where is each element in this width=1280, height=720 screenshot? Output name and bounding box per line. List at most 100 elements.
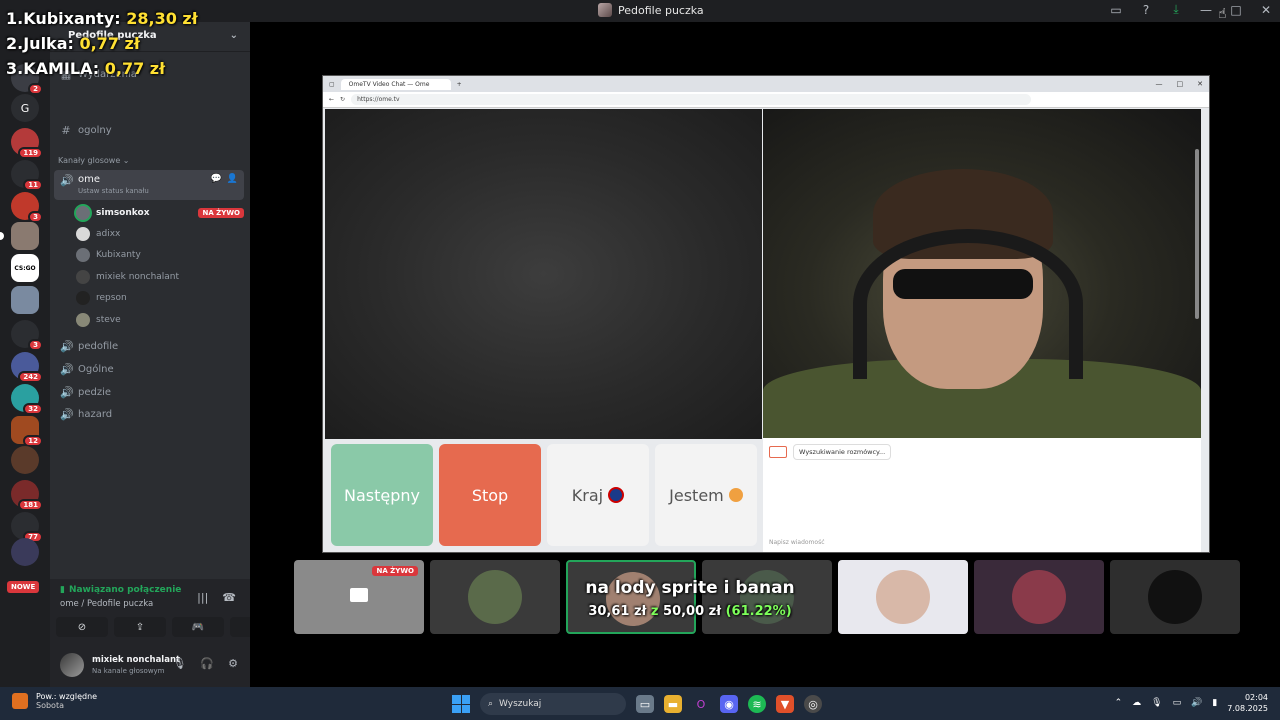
voice-location[interactable]: ome / Pedofile puczka <box>60 599 153 609</box>
new-tab-icon[interactable]: + <box>457 81 462 88</box>
battery-icon[interactable]: ▮ <box>1212 698 1217 708</box>
category-voice[interactable]: Kanały glosowe ⌄ <box>58 156 130 165</box>
server-icon[interactable]: 3 <box>11 320 43 351</box>
avatar <box>468 570 522 624</box>
headphones-icon[interactable]: 🎧 <box>200 657 214 670</box>
help-icon[interactable]: ? <box>1138 3 1154 17</box>
stream-thumb[interactable] <box>838 560 968 634</box>
member-name: simsonkox <box>96 208 150 218</box>
chevron-up-icon[interactable]: ⌃ <box>1115 698 1123 708</box>
close-icon[interactable]: ✕ <box>1197 80 1203 88</box>
disconnect-icon[interactable]: ☎ <box>222 591 236 604</box>
opera-icon[interactable]: O <box>692 695 710 713</box>
microphone-icon[interactable]: 🎙 <box>172 657 186 670</box>
server-icon[interactable] <box>11 446 39 474</box>
avatar <box>1148 570 1202 624</box>
voice-member[interactable]: repson <box>76 289 244 307</box>
tab-list-icon[interactable]: ▢ <box>329 81 335 88</box>
channel-pedzie[interactable]: 🔊 pedzie <box>54 382 244 402</box>
minimize-icon[interactable]: — <box>1198 3 1214 17</box>
maximize-icon[interactable]: □ <box>1228 3 1244 17</box>
leaderboard-rank: 2. <box>6 34 24 53</box>
mention-badge: 2 <box>28 83 43 95</box>
microphone-icon[interactable]: 🎙 <box>1151 698 1162 708</box>
channel-ogolne[interactable]: 🔊 Ogólne <box>54 359 244 379</box>
system-tray: ⌃ ☁ 🎙 ▭ 🔊 ▮ 02:04 7.08.2025 <box>1115 692 1268 714</box>
next-button[interactable]: Następny <box>331 444 433 546</box>
screen-share-button[interactable]: ⇪ <box>114 617 166 637</box>
stop-button[interactable]: Stop <box>439 444 541 546</box>
chrome-icon[interactable]: ◎ <box>804 695 822 713</box>
add-member-icon[interactable]: 👤 <box>227 174 238 184</box>
reload-icon[interactable]: ↻ <box>340 96 345 103</box>
signal-icon: ▮ <box>60 585 65 595</box>
weather-title: Pow.: względne <box>36 692 98 701</box>
cloud-icon[interactable]: ☁ <box>1132 698 1141 708</box>
noise-suppression-icon[interactable]: ||| <box>197 591 208 604</box>
server-icon[interactable] <box>11 286 39 314</box>
maximize-icon[interactable]: □ <box>1177 80 1184 88</box>
gender-button[interactable]: Jestem <box>655 444 757 546</box>
country-button[interactable]: Kraj <box>547 444 649 546</box>
camera-off-button[interactable]: ⊘ <box>56 617 108 637</box>
voice-buttons: ⊘ ⇪ 🎮 ✦ <box>56 617 282 637</box>
discord-icon[interactable]: ◉ <box>720 695 738 713</box>
server-icon[interactable]: 242 <box>11 352 43 383</box>
avatar[interactable] <box>60 653 84 677</box>
server-icon[interactable] <box>11 538 39 566</box>
stream-thumb[interactable]: NA ŻYWO <box>294 560 424 634</box>
server-icon[interactable]: CS:GO <box>11 254 39 282</box>
download-icon[interactable]: ⤓ <box>1168 2 1184 17</box>
server-icon[interactable]: 119 <box>11 128 43 159</box>
voice-member[interactable]: steve <box>76 311 244 329</box>
voice-member[interactable]: simsonkox NA ŻYWO <box>76 204 244 222</box>
file-explorer-icon[interactable]: ▬ <box>664 695 682 713</box>
gear-icon[interactable]: ⚙ <box>228 657 238 670</box>
channel-ome[interactable]: 🔊 ome Ustaw status kanału 💬 👤 <box>54 170 244 200</box>
stream-thumb[interactable] <box>1110 560 1240 634</box>
server-avatar-icon <box>598 3 612 17</box>
search-box[interactable]: ⌕ Wyszukaj <box>480 693 626 715</box>
user-name[interactable]: mixiek nonchalant <box>92 655 180 665</box>
volume-icon[interactable]: 🔊 <box>1191 698 1202 708</box>
task-view-icon[interactable]: ▭ <box>636 695 654 713</box>
member-name: steve <box>96 315 121 325</box>
server-icon[interactable]: 77 <box>11 512 43 543</box>
chat-input[interactable]: Napisz wiadomość <box>769 539 825 546</box>
server-icon[interactable]: 11 <box>11 160 43 191</box>
network-icon[interactable]: ▭ <box>1173 698 1182 708</box>
channel-hazard[interactable]: 🔊 hazard <box>54 404 244 424</box>
server-icon[interactable]: G <box>11 94 39 122</box>
stream-thumb[interactable] <box>430 560 560 634</box>
spotify-icon[interactable]: ≋ <box>748 695 766 713</box>
server-icon[interactable]: 32 <box>11 384 43 415</box>
channel-ogolny[interactable]: # ogolny <box>54 120 244 140</box>
server-icon-active[interactable] <box>0 222 39 250</box>
mouse-cursor-icon: ☝ <box>1218 6 1227 22</box>
channel-pedofile[interactable]: 🔊 pedofile <box>54 336 244 356</box>
browser-tab[interactable]: OmeTV Video Chat — Ome <box>340 78 451 90</box>
chat-bubble-icon[interactable]: 💬 <box>211 174 222 184</box>
weather-widget[interactable]: Pow.: względne Sobota <box>12 692 97 710</box>
stream-thumb[interactable] <box>974 560 1104 634</box>
inbox-icon[interactable]: ▭ <box>1108 3 1124 17</box>
new-badge[interactable]: NOWE <box>7 581 40 593</box>
close-icon[interactable]: ✕ <box>1258 3 1274 17</box>
windows-start-icon[interactable] <box>452 695 470 713</box>
back-icon[interactable]: ← <box>329 96 334 103</box>
minimize-icon[interactable]: — <box>1156 80 1163 88</box>
server-icon[interactable]: 12 <box>11 416 43 447</box>
address-bar[interactable]: https://ome.tv <box>351 94 1032 105</box>
clock[interactable]: 02:04 7.08.2025 <box>1227 692 1268 714</box>
leaderboard-amount: 0,77 zł <box>79 34 140 53</box>
chevron-down-icon[interactable]: ⌄ <box>230 30 238 41</box>
channel-status-text[interactable]: Ustaw status kanału <box>78 187 149 195</box>
brave-icon[interactable]: ▼ <box>776 695 794 713</box>
voice-member[interactable]: mixiek nonchalant <box>76 268 244 286</box>
activity-button[interactable]: 🎮 <box>172 617 224 637</box>
voice-member[interactable]: adixx <box>76 225 244 243</box>
voice-member[interactable]: Kubixanty <box>76 246 244 264</box>
server-icon[interactable]: 181 <box>11 480 43 511</box>
scrollbar[interactable] <box>1195 149 1199 319</box>
server-icon[interactable]: 3 <box>11 192 43 223</box>
